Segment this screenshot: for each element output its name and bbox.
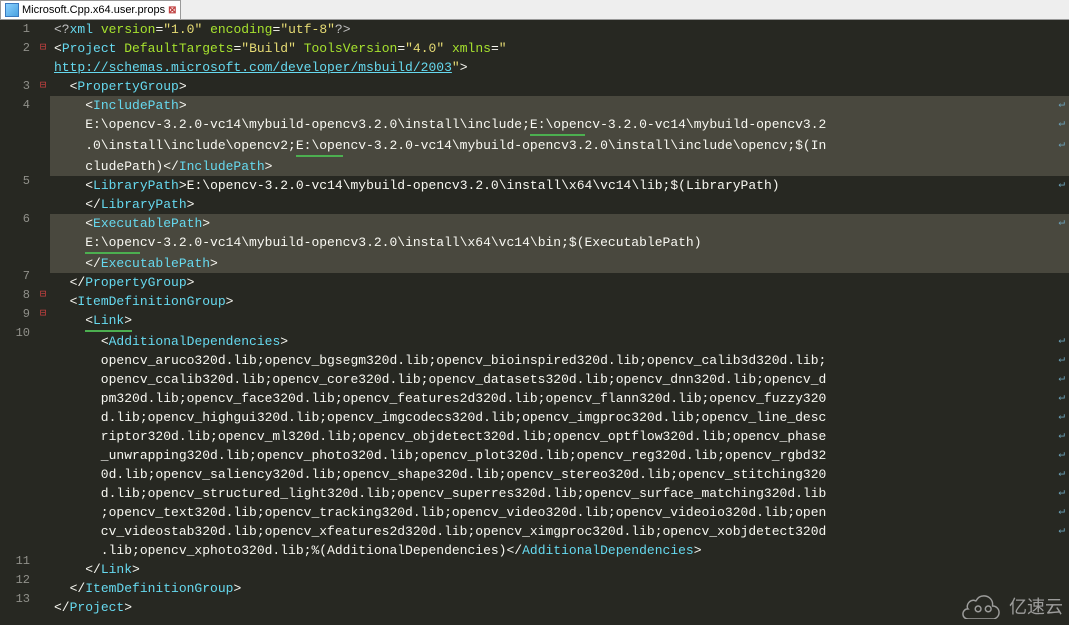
code-line[interactable]: E:\opencv-3.2.0-vc14\mybuild-opencv3.2.0… <box>50 233 1069 254</box>
fold-marker <box>36 400 50 419</box>
fold-marker <box>36 58 50 77</box>
code-line[interactable]: d.lib;opencv_highgui320d.lib;opencv_imgc… <box>50 408 1069 427</box>
fold-marker <box>36 362 50 381</box>
fold-marker <box>36 267 50 286</box>
code-line[interactable]: _unwrapping320d.lib;opencv_photo320d.lib… <box>50 446 1069 465</box>
code-line[interactable]: <AdditionalDependencies>↵ <box>50 332 1069 351</box>
fold-marker[interactable]: ⊟ <box>36 286 50 305</box>
code-area[interactable]: <?xml version="1.0" encoding="utf-8"?><P… <box>50 20 1069 625</box>
fold-marker <box>36 96 50 115</box>
fold-marker <box>36 514 50 533</box>
fold-marker <box>36 248 50 267</box>
code-line[interactable]: <LibraryPath>E:\opencv-3.2.0-vc14\mybuil… <box>50 176 1069 195</box>
code-line[interactable]: </PropertyGroup> <box>50 273 1069 292</box>
tab-bar: Microsoft.Cpp.x64.user.props ⊠ <box>0 0 1069 20</box>
code-line[interactable]: opencv_ccalib320d.lib;opencv_core320d.li… <box>50 370 1069 389</box>
fold-marker <box>36 533 50 552</box>
fold-marker <box>36 438 50 457</box>
fold-marker <box>36 229 50 248</box>
fold-marker <box>36 191 50 210</box>
fold-marker <box>36 324 50 343</box>
code-line[interactable]: <PropertyGroup> <box>50 77 1069 96</box>
fold-marker[interactable]: ⊟ <box>36 39 50 58</box>
fold-marker <box>36 343 50 362</box>
code-line[interactable]: <IncludePath>↵ <box>50 96 1069 115</box>
code-line[interactable]: E:\opencv-3.2.0-vc14\mybuild-opencv3.2.0… <box>50 115 1069 136</box>
code-line[interactable]: opencv_aruco320d.lib;opencv_bgsegm320d.l… <box>50 351 1069 370</box>
fold-marker <box>36 210 50 229</box>
fold-marker <box>36 153 50 172</box>
code-line[interactable]: </Project> <box>50 598 1069 617</box>
code-line[interactable]: <Project DefaultTargets="Build" ToolsVer… <box>50 39 1069 58</box>
fold-marker <box>36 495 50 514</box>
fold-marker[interactable]: ⊟ <box>36 77 50 96</box>
file-tab[interactable]: Microsoft.Cpp.x64.user.props ⊠ <box>0 0 181 19</box>
fold-marker <box>36 457 50 476</box>
editor[interactable]: 12 34 5 6 78910 111213 ⊟ ⊟ ⊟⊟ <?xml vers… <box>0 20 1069 625</box>
fold-marker <box>36 590 50 609</box>
code-line[interactable]: pm320d.lib;opencv_face320d.lib;opencv_fe… <box>50 389 1069 408</box>
fold-marker[interactable]: ⊟ <box>36 305 50 324</box>
code-line[interactable]: <?xml version="1.0" encoding="utf-8"?> <box>50 20 1069 39</box>
code-line[interactable]: </LibraryPath> <box>50 195 1069 214</box>
close-icon[interactable]: ⊠ <box>168 5 176 16</box>
code-line[interactable]: </ItemDefinitionGroup> <box>50 579 1069 598</box>
code-line[interactable]: </ExecutablePath> <box>50 254 1069 273</box>
code-line[interactable]: .0\install\include\opencv2;E:\opencv-3.2… <box>50 136 1069 157</box>
fold-marker <box>36 115 50 134</box>
code-line[interactable]: ;opencv_text320d.lib;opencv_tracking320d… <box>50 503 1069 522</box>
file-icon <box>5 3 19 17</box>
code-line[interactable]: </Link> <box>50 560 1069 579</box>
fold-marker <box>36 172 50 191</box>
fold-marker <box>36 134 50 153</box>
tab-title: Microsoft.Cpp.x64.user.props <box>22 4 165 16</box>
code-line[interactable]: <ExecutablePath>↵ <box>50 214 1069 233</box>
fold-marker <box>36 381 50 400</box>
fold-gutter[interactable]: ⊟ ⊟ ⊟⊟ <box>36 20 50 625</box>
fold-marker <box>36 476 50 495</box>
code-line[interactable]: <Link> <box>50 311 1069 332</box>
fold-marker <box>36 552 50 571</box>
fold-marker <box>36 20 50 39</box>
code-line[interactable]: riptor320d.lib;opencv_ml320d.lib;opencv_… <box>50 427 1069 446</box>
code-line[interactable]: <ItemDefinitionGroup> <box>50 292 1069 311</box>
code-line[interactable]: 0d.lib;opencv_saliency320d.lib;opencv_sh… <box>50 465 1069 484</box>
line-number-gutter: 12 34 5 6 78910 111213 <box>0 20 36 625</box>
code-line[interactable]: .lib;opencv_xphoto320d.lib;%(AdditionalD… <box>50 541 1069 560</box>
fold-marker <box>36 419 50 438</box>
fold-marker <box>36 571 50 590</box>
code-line[interactable]: cv_videostab320d.lib;opencv_xfeatures2d3… <box>50 522 1069 541</box>
code-line[interactable]: d.lib;opencv_structured_light320d.lib;op… <box>50 484 1069 503</box>
code-line[interactable]: http://schemas.microsoft.com/developer/m… <box>50 58 1069 77</box>
code-line[interactable]: cludePath)</IncludePath> <box>50 157 1069 176</box>
